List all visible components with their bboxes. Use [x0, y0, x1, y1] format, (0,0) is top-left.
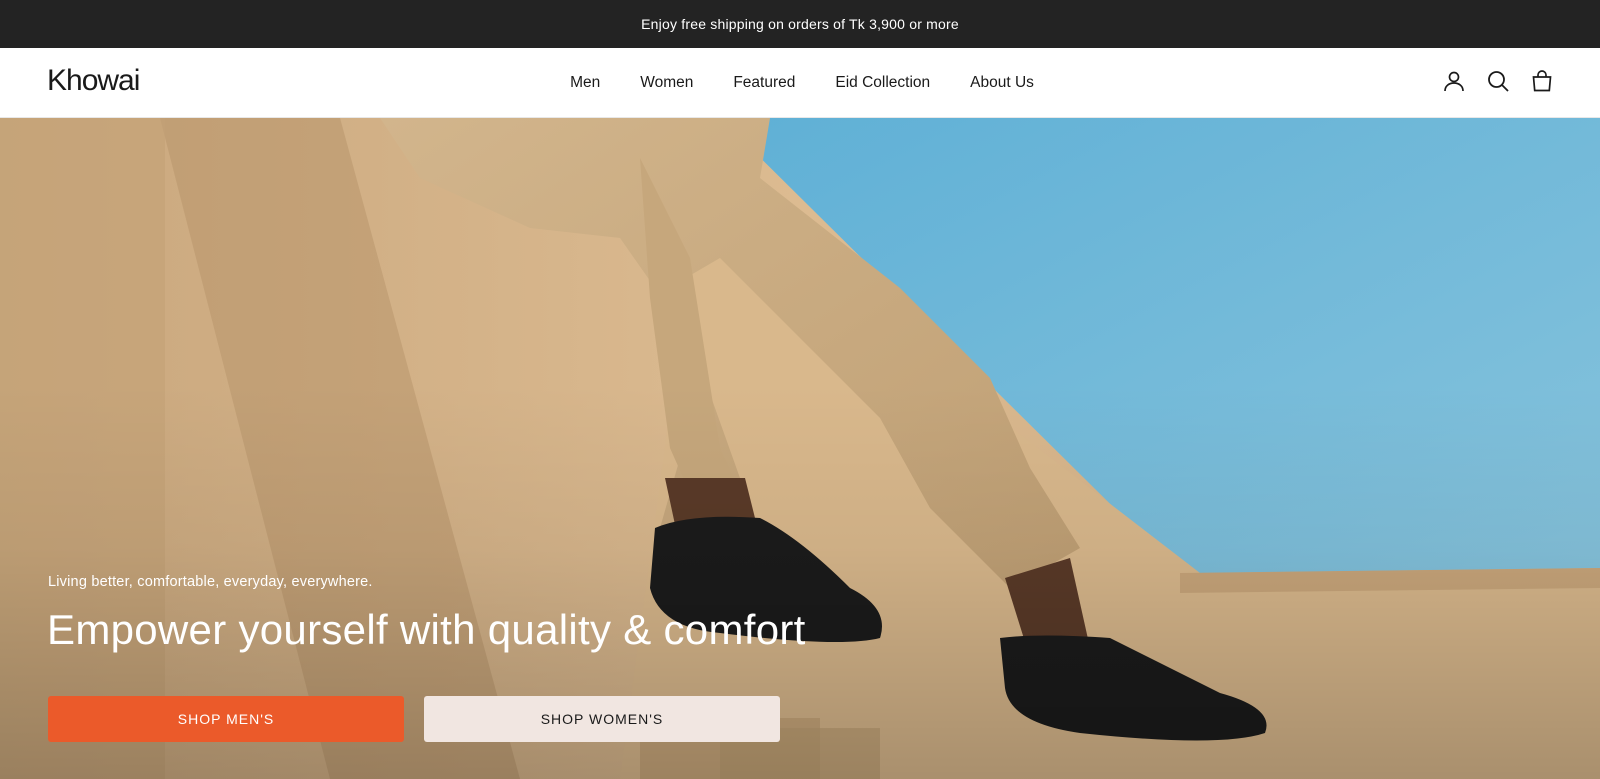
nav-item-men[interactable]: Men: [570, 74, 600, 92]
header-icons: [1442, 69, 1554, 93]
hero-tagline: Living better, comfortable, everyday, ev…: [48, 574, 373, 590]
nav-item-eid-collection[interactable]: Eid Collection: [835, 74, 930, 92]
account-icon[interactable]: [1442, 69, 1466, 93]
hero-overlay: [0, 118, 1600, 779]
shop-womens-button[interactable]: SHOP WOMEN'S: [424, 696, 780, 742]
search-icon[interactable]: [1486, 69, 1510, 93]
main-nav: Men Women Featured Eid Collection About …: [0, 48, 1600, 118]
nav-item-featured[interactable]: Featured: [733, 74, 795, 92]
hero-headline: Empower yourself with quality & comfort: [47, 606, 806, 653]
logo[interactable]: Khowai: [47, 64, 140, 98]
announcement-bar: Enjoy free shipping on orders of Tk 3,90…: [0, 0, 1600, 48]
nav-item-women[interactable]: Women: [640, 74, 693, 92]
nav-item-about-us[interactable]: About Us: [970, 74, 1034, 92]
announcement-text: Enjoy free shipping on orders of Tk 3,90…: [641, 16, 959, 32]
cart-bag-icon[interactable]: [1530, 69, 1554, 93]
hero-banner: Living better, comfortable, everyday, ev…: [0, 118, 1600, 779]
site-header: Khowai Men Women Featured Eid Collection…: [0, 48, 1600, 118]
shop-mens-button[interactable]: SHOP MEN'S: [48, 696, 404, 742]
